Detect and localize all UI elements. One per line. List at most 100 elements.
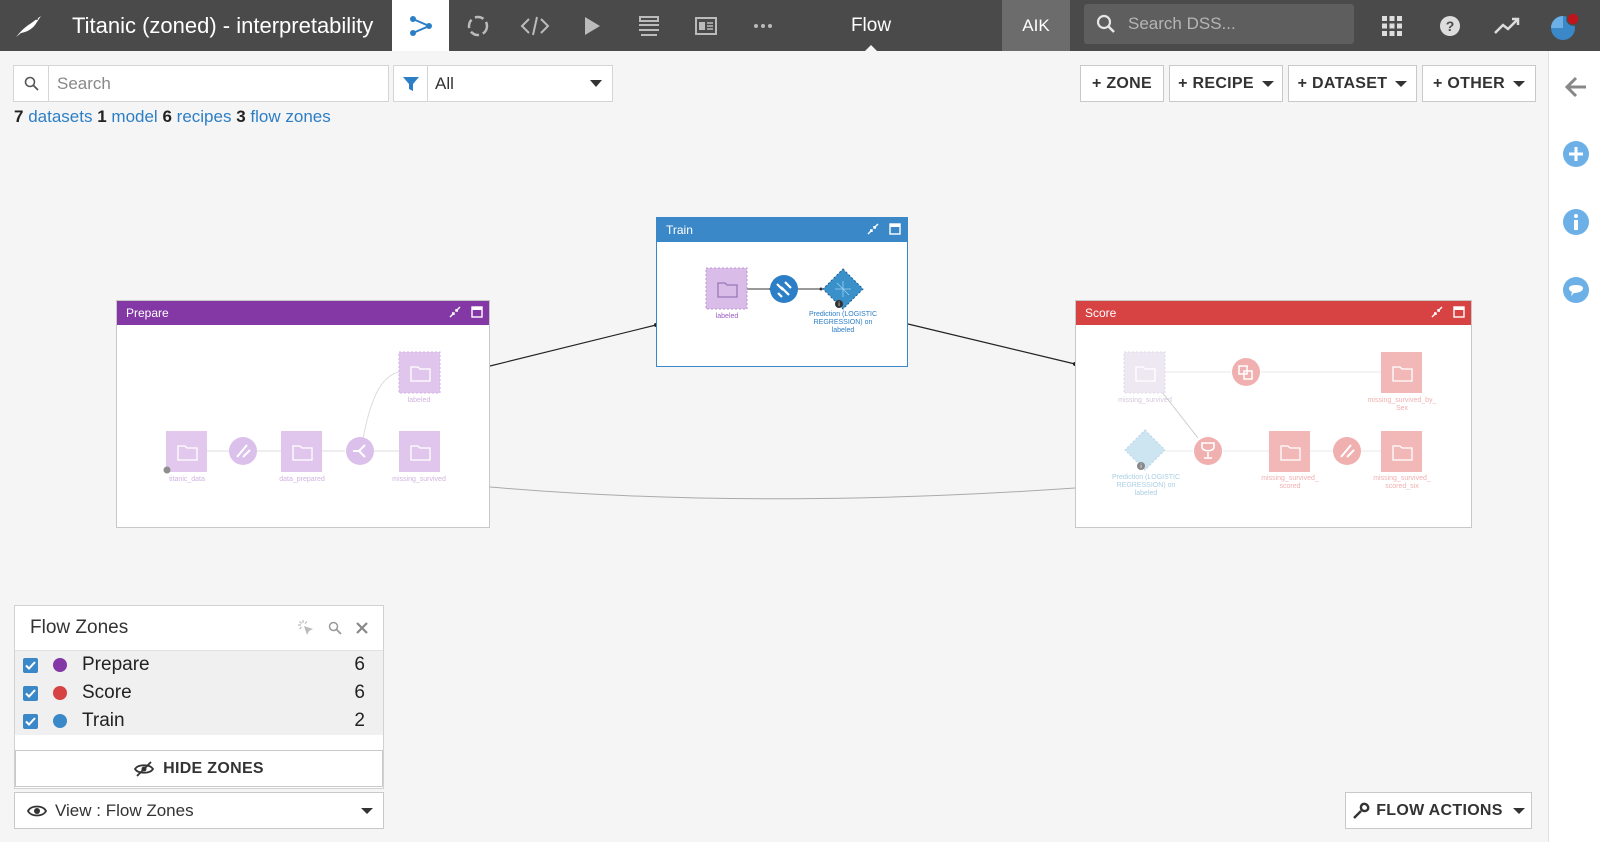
top-navigation-bar: Titanic (zoned) - interpretability Flow … [0, 0, 1600, 51]
chevron-down-icon [1395, 80, 1408, 87]
lab-circle-icon[interactable] [449, 0, 506, 51]
node-label: data_prepared [279, 476, 325, 483]
datasets-count-link[interactable]: datasets [28, 107, 92, 126]
collapse-zone-icon[interactable] [1431, 306, 1443, 318]
search-icon [1084, 14, 1128, 34]
zone-prepare-graph [163, 351, 441, 474]
dataset-node-labeled[interactable] [705, 267, 748, 310]
code-icon[interactable] [506, 0, 563, 51]
node-label: missing_survived [392, 476, 446, 483]
global-search-input[interactable] [1128, 14, 1338, 34]
back-arrow-icon[interactable] [1562, 73, 1590, 101]
models-count-link[interactable]: model [111, 107, 157, 126]
dashboard-icon[interactable] [677, 0, 734, 51]
dataset-node-missing-survived-by-sex[interactable] [1381, 352, 1422, 393]
more-ellipsis-icon[interactable] [734, 0, 791, 51]
help-icon[interactable]: ? [1424, 0, 1476, 51]
score-recipe-node[interactable] [1194, 437, 1222, 465]
dataset-node-labeled[interactable] [398, 351, 441, 394]
node-label: missing_survived_by_ Sex [1367, 397, 1437, 412]
global-search[interactable] [1084, 4, 1354, 44]
search-icon[interactable] [328, 621, 342, 635]
flow-zone-row-train[interactable]: Train 2 [15, 707, 383, 735]
chevron-down-icon [1512, 80, 1525, 87]
zone-count: 2 [354, 710, 365, 731]
apps-grid-icon[interactable] [1366, 0, 1418, 51]
add-circle-icon[interactable] [1562, 140, 1590, 168]
add-other-button[interactable]: + OTHER [1422, 65, 1536, 102]
zone-train[interactable]: Train i labeled Prediction (LOGISTIC REGR… [656, 217, 908, 367]
dataset-node-missing-survived-scored-six[interactable] [1381, 431, 1422, 472]
flow-search-input[interactable] [49, 73, 379, 94]
node-label: labeled [715, 313, 739, 320]
view-mode-label: View : Flow Zones [55, 800, 194, 820]
node-label: titanic_data [169, 476, 205, 483]
flow-nav-icon[interactable] [392, 0, 449, 51]
info-icon[interactable] [1562, 208, 1590, 236]
dataset-node-data-prepared[interactable] [281, 431, 322, 472]
zone-prepare[interactable]: Prepare titanic_data data_prepared label… [116, 300, 490, 528]
current-view-label: Flow [791, 0, 951, 51]
filter-funnel-icon[interactable] [394, 66, 428, 101]
flow-actions-button[interactable]: FLOW ACTIONS [1345, 792, 1532, 829]
collapse-zone-icon[interactable] [867, 223, 879, 235]
eye-slash-icon [134, 760, 155, 777]
collapse-zone-icon[interactable] [449, 306, 461, 318]
user-badge[interactable]: AIK [1002, 0, 1070, 51]
checkbox-checked-icon[interactable] [23, 685, 38, 701]
train-recipe-node[interactable] [770, 275, 798, 303]
chevron-down-icon [1261, 80, 1274, 87]
close-icon[interactable] [355, 621, 369, 635]
dataset-node-missing-survived[interactable] [1123, 351, 1166, 394]
zone-score-header[interactable]: Score [1076, 301, 1471, 325]
node-label: Prediction (LOGISTIC REGRESSION) on labele… [1111, 474, 1181, 497]
add-dataset-button[interactable]: + DATASET [1288, 65, 1417, 102]
expand-zone-icon[interactable] [471, 306, 483, 318]
discussion-bubble-icon[interactable] [1562, 276, 1590, 304]
svg-text:i: i [1140, 464, 1141, 470]
add-recipe-button[interactable]: + RECIPE [1169, 65, 1283, 102]
group-recipe-node[interactable] [1232, 358, 1260, 386]
view-mode-select[interactable]: View : Flow Zones [14, 792, 384, 829]
node-label: missing_survived_ scored [1261, 475, 1319, 490]
flow-search-box[interactable] [13, 65, 389, 102]
zones-count-link[interactable]: flow zones [250, 107, 330, 126]
dataset-node-missing-survived[interactable] [399, 431, 440, 472]
dataiku-bird-logo-icon[interactable] [0, 0, 58, 51]
filter-value: All [435, 73, 454, 93]
add-zone-button[interactable]: + ZONE [1080, 65, 1164, 102]
dataset-node-missing-survived-scored[interactable] [1269, 431, 1310, 472]
checkbox-checked-icon[interactable] [23, 713, 38, 729]
expand-zone-icon[interactable] [889, 223, 901, 235]
expand-zone-icon[interactable] [1453, 306, 1465, 318]
zone-score-graph: i [1123, 351, 1422, 472]
zone-train-header[interactable]: Train [657, 218, 907, 242]
flow-zone-row-prepare[interactable]: Prepare 6 [15, 651, 383, 679]
user-avatar-icon[interactable] [1538, 0, 1590, 51]
split-recipe-node[interactable] [346, 437, 374, 465]
saved-model-node[interactable]: i [822, 268, 864, 310]
project-title[interactable]: Titanic (zoned) - interpretability [58, 13, 392, 39]
node-label: labeled [407, 397, 431, 404]
flow-filter-select[interactable]: All [393, 65, 613, 102]
zone-score[interactable]: Score i missing_survived missing_survive… [1075, 300, 1472, 528]
right-side-panel [1548, 51, 1600, 842]
cursor-select-icon[interactable] [297, 619, 315, 637]
hide-zones-button[interactable]: HIDE ZONES [15, 750, 383, 787]
flow-zones-panel-header: Flow Zones [15, 606, 383, 651]
zone-prepare-header[interactable]: Prepare [117, 301, 489, 325]
activity-trend-icon[interactable] [1481, 0, 1533, 51]
stack-icon[interactable] [620, 0, 677, 51]
saved-model-node[interactable]: i [1124, 429, 1166, 471]
dataset-node-titanic-data[interactable] [163, 431, 208, 474]
prepare-recipe-node[interactable] [1333, 437, 1361, 465]
flow-zones-panel-title: Flow Zones [30, 617, 129, 638]
recipes-count-link[interactable]: recipes [177, 107, 232, 126]
play-jobs-icon[interactable] [563, 0, 620, 51]
node-label: missing_survived [1118, 397, 1172, 404]
prepare-recipe-node[interactable] [229, 437, 257, 465]
zone-name: Score [82, 682, 132, 703]
flow-zone-row-score[interactable]: Score 6 [15, 679, 383, 707]
checkbox-checked-icon[interactable] [23, 657, 38, 673]
zone-score-title: Score [1085, 306, 1117, 320]
